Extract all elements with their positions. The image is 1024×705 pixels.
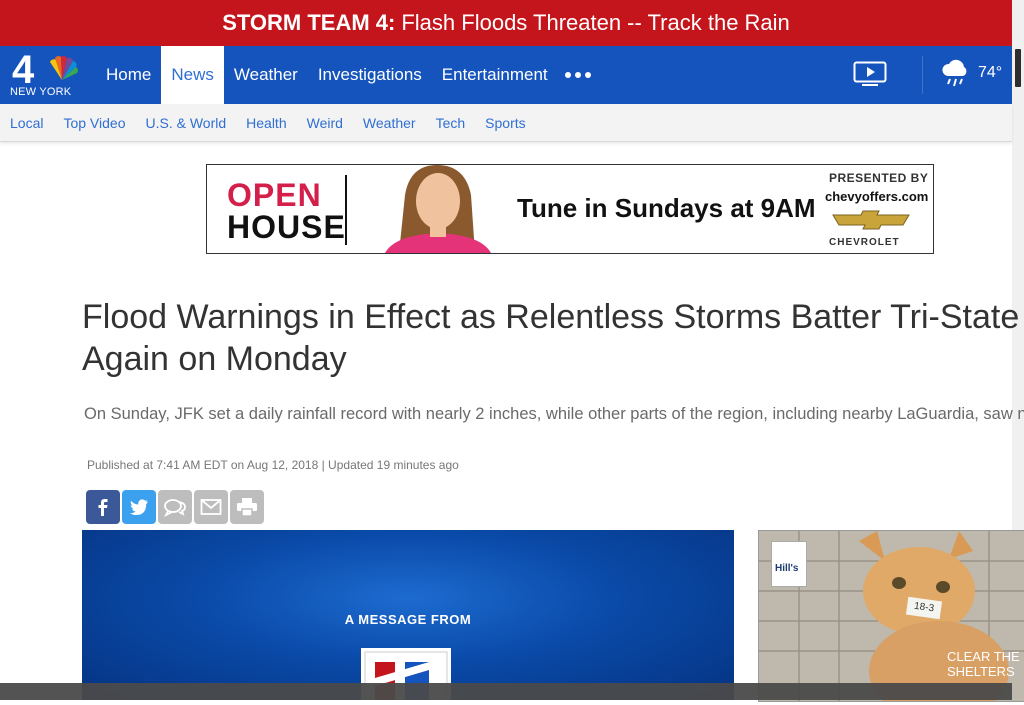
nav-item-investigations[interactable]: Investigations xyxy=(308,46,432,104)
weather-widget[interactable]: 74° xyxy=(940,58,1002,88)
nav-item-home[interactable]: Home xyxy=(96,46,161,104)
share-bar xyxy=(86,490,266,524)
twitter-share-button[interactable] xyxy=(122,490,156,524)
subnav-item-sports[interactable]: Sports xyxy=(475,115,535,131)
subnav-item-tech[interactable]: Tech xyxy=(426,115,476,131)
side-ad[interactable]: Hill's 18-3 CLEAR THE SHELTERS xyxy=(758,530,1024,702)
rain-cloud-icon xyxy=(942,59,967,87)
main-nav: 4 NEW YORK Home News Weather Investigati… xyxy=(0,46,1012,104)
twitter-icon xyxy=(130,499,148,515)
clear-the-shelters-text: CLEAR THE SHELTERS xyxy=(947,649,1020,679)
peacock-icon xyxy=(50,56,78,80)
ad-divider xyxy=(345,175,347,245)
subnav-item-weird[interactable]: Weird xyxy=(297,115,353,131)
ad-tune-text: Tune in Sundays at 9AM xyxy=(517,193,816,223)
ad-host-photo xyxy=(375,165,505,253)
subnav-item-top-video[interactable]: Top Video xyxy=(53,115,135,131)
banner-text: Flash Floods Threaten -- Track the Rain xyxy=(401,10,790,35)
email-icon xyxy=(200,499,222,515)
article-headline: Flood Warnings in Effect as Relentless S… xyxy=(82,298,1020,378)
more-dots-icon[interactable] xyxy=(558,46,598,104)
facebook-share-button[interactable] xyxy=(86,490,120,524)
nav-item-news[interactable]: News xyxy=(161,46,224,104)
ad-offers-text: chevyoffers.com xyxy=(825,189,929,204)
email-share-button[interactable] xyxy=(194,490,228,524)
ad-banner[interactable]: OPEN HOUSE Tune in Sundays at 9AM PRESEN… xyxy=(206,164,934,254)
tv-play-icon[interactable] xyxy=(853,61,887,87)
video-message-text: A MESSAGE FROM xyxy=(344,612,472,627)
nav-item-entertainment[interactable]: Entertainment xyxy=(432,46,558,104)
nav-divider xyxy=(922,56,923,94)
logo-city: NEW YORK xyxy=(10,86,72,98)
comment-icon xyxy=(163,499,186,517)
sub-nav: Local Top Video U.S. & World Health Weir… xyxy=(0,104,1012,142)
ad-house-text: HOUSE xyxy=(227,209,346,245)
article-timestamp: Published at 7:41 AM EDT on Aug 12, 2018… xyxy=(87,458,459,472)
banner-label: STORM TEAM 4: xyxy=(222,10,396,35)
subnav-item-weather[interactable]: Weather xyxy=(353,115,426,131)
nbc-logo[interactable]: 4 NEW YORK xyxy=(10,48,80,100)
weather-temp: 74° xyxy=(978,64,1003,81)
comment-button[interactable] xyxy=(158,490,192,524)
nav-item-weather[interactable]: Weather xyxy=(224,46,308,104)
article-subhead: On Sunday, JFK set a daily rainfall reco… xyxy=(84,405,1024,423)
print-button[interactable] xyxy=(230,490,264,524)
facebook-icon xyxy=(98,499,108,516)
breaking-news-banner[interactable]: STORM TEAM 4: Flash Floods Threaten -- T… xyxy=(0,0,1012,46)
hills-logo-text: Hill's xyxy=(775,563,799,574)
video-player[interactable]: A MESSAGE FROM xyxy=(82,530,734,701)
ad-presented-text: PRESENTED BY xyxy=(829,171,929,185)
ad-brand-text: CHEVROLET xyxy=(829,237,900,248)
subnav-item-health[interactable]: Health xyxy=(236,115,296,131)
print-icon xyxy=(237,498,257,517)
subnav-item-local[interactable]: Local xyxy=(0,115,53,131)
chevrolet-bowtie-icon xyxy=(832,210,910,230)
scrollbar-thumb[interactable] xyxy=(1015,49,1021,87)
bottom-overlay-bar xyxy=(0,683,1012,700)
nav-items: Home News Weather Investigations Enterta… xyxy=(96,46,598,104)
subnav-item-us-world[interactable]: U.S. & World xyxy=(135,115,236,131)
